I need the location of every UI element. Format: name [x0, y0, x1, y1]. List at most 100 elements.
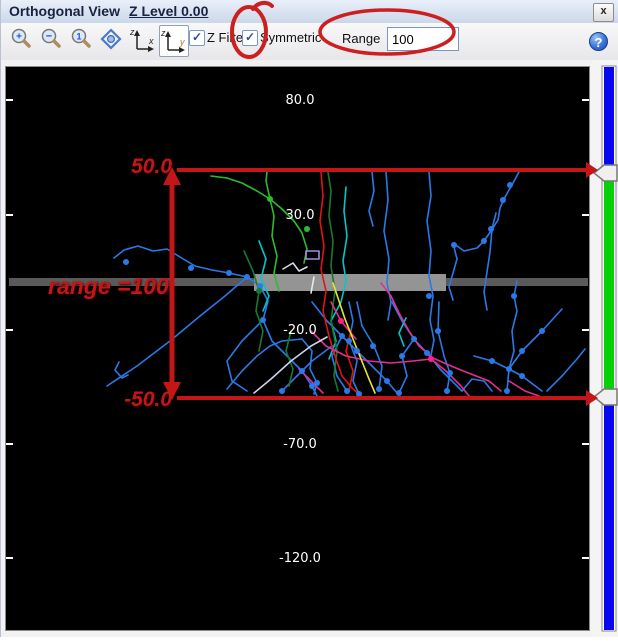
branch-point-dot [304, 226, 310, 232]
neuron-stroke [427, 172, 434, 355]
pan-center-button[interactable] [99, 27, 123, 51]
branch-point-dot [346, 338, 352, 344]
axis-tick-label: 80.0 [268, 93, 332, 108]
branch-point-dot [267, 196, 273, 202]
axis-zx-icon: z x [129, 25, 157, 55]
z-filter-checkbox[interactable]: ✓ [189, 30, 205, 46]
neuron-stroke [384, 172, 391, 320]
neuron-stroke [547, 349, 585, 391]
branch-point-dot [256, 288, 262, 294]
z-range-slider-svg [591, 60, 618, 637]
neuron-stroke [357, 302, 382, 389]
branch-point-dot [260, 317, 266, 323]
branch-point-dot [226, 270, 232, 276]
slider-range-segment [604, 405, 614, 630]
z-range-slider[interactable] [591, 60, 618, 637]
slider-range-segment [604, 181, 614, 389]
neuron-stroke [392, 302, 462, 391]
branch-point-dot [123, 259, 129, 265]
branch-point-dot [507, 182, 513, 188]
branch-point-dot [511, 293, 517, 299]
branch-point-dot [488, 226, 494, 232]
z-level-title: Z Level 0.00 [129, 3, 208, 19]
branch-point-dot [426, 293, 432, 299]
annotation-range-text: range =100 [48, 273, 169, 300]
content-area: 50.0 -50.0 range =100 80.030.0-20.0-70.0… [1, 60, 618, 637]
branch-point-dot [506, 366, 512, 372]
branch-point-dot [489, 358, 495, 364]
neuron-stroke [266, 172, 270, 199]
neuron-stroke [369, 172, 374, 226]
axis-zy-button[interactable]: z y [159, 25, 189, 57]
symmetric-checkbox[interactable]: ✓ [242, 30, 258, 46]
zoom-in-icon: + [9, 27, 33, 51]
branch-point-dot [447, 370, 453, 376]
branch-point-dot [309, 383, 315, 389]
orthogonal-view-window: Orthogonal View Z Level 0.00 x + − 1 [0, 0, 618, 637]
branch-point-dot [500, 197, 506, 203]
symmetric-label: Symmetric [260, 30, 321, 45]
branch-point-dot [370, 343, 376, 349]
branch-point-dot [384, 378, 390, 384]
compass-icon [99, 27, 123, 51]
neuron-stroke [509, 369, 542, 391]
svg-text:+: + [16, 32, 22, 43]
branch-point-dot [344, 388, 350, 394]
neuron-stroke [306, 251, 319, 259]
branch-point-dot [396, 390, 402, 396]
branch-point-dot [411, 336, 417, 342]
branch-point-dot [356, 391, 362, 397]
range-label: Range [342, 31, 380, 46]
slider-handle[interactable] [594, 165, 617, 181]
neuron-stroke [507, 369, 509, 391]
neuron-stroke [509, 381, 539, 396]
branch-point-dot [504, 388, 510, 394]
svg-text:z: z [129, 27, 135, 37]
svg-text:x: x [148, 36, 154, 46]
branch-point-dot [435, 328, 441, 334]
branch-point-dot [451, 242, 457, 248]
zoom-actual-icon: 1 [69, 27, 93, 51]
window-title: Orthogonal View [9, 3, 120, 19]
branch-point-dot [539, 328, 545, 334]
neuron-stroke [399, 339, 414, 393]
range-input[interactable] [387, 27, 459, 51]
close-button[interactable]: x [593, 3, 614, 22]
annotation-top-value: 50.0 [100, 155, 172, 179]
branch-point-dot [244, 274, 250, 280]
title-bar: Orthogonal View Z Level 0.00 x [1, 0, 618, 24]
toolbar: + − 1 [1, 23, 618, 61]
slider-handle[interactable] [594, 389, 617, 405]
branch-point-dot [424, 350, 430, 356]
zoom-out-icon: − [39, 27, 63, 51]
zoom-out-button[interactable]: − [39, 27, 63, 51]
axis-tick-label: -20.0 [268, 323, 332, 338]
branch-point-dot [354, 348, 360, 354]
branch-point-dot [519, 348, 525, 354]
axis-zx-button[interactable]: z x [129, 25, 157, 55]
zoom-in-button[interactable]: + [9, 27, 33, 51]
slider-range-segment [604, 67, 614, 165]
branch-point-dot [399, 353, 405, 359]
orthogonal-canvas[interactable]: 50.0 -50.0 range =100 80.030.0-20.0-70.0… [5, 66, 590, 631]
svg-text:y: y [179, 37, 185, 47]
axis-tick-label: -120.0 [268, 551, 332, 566]
branch-point-dot [188, 265, 194, 271]
zoom-actual-button[interactable]: 1 [69, 27, 93, 51]
axis-zy-icon: z y [160, 26, 188, 56]
neuron-tracing-svg [6, 67, 589, 630]
branch-point-dot [299, 368, 305, 374]
branch-point-dot [279, 388, 285, 394]
branch-point-dot [428, 356, 434, 362]
branch-point-dot [519, 373, 525, 379]
svg-text:−: − [46, 31, 52, 43]
help-button[interactable]: ? [589, 32, 608, 51]
branch-point-dot [481, 238, 487, 244]
axis-tick-label: -70.0 [268, 437, 332, 452]
axis-tick-label: 30.0 [268, 208, 332, 223]
svg-text:z: z [160, 28, 166, 38]
branch-point-dot [314, 380, 320, 386]
branch-point-dot [338, 318, 344, 324]
branch-point-dot [339, 333, 345, 339]
svg-text:1: 1 [76, 32, 81, 42]
